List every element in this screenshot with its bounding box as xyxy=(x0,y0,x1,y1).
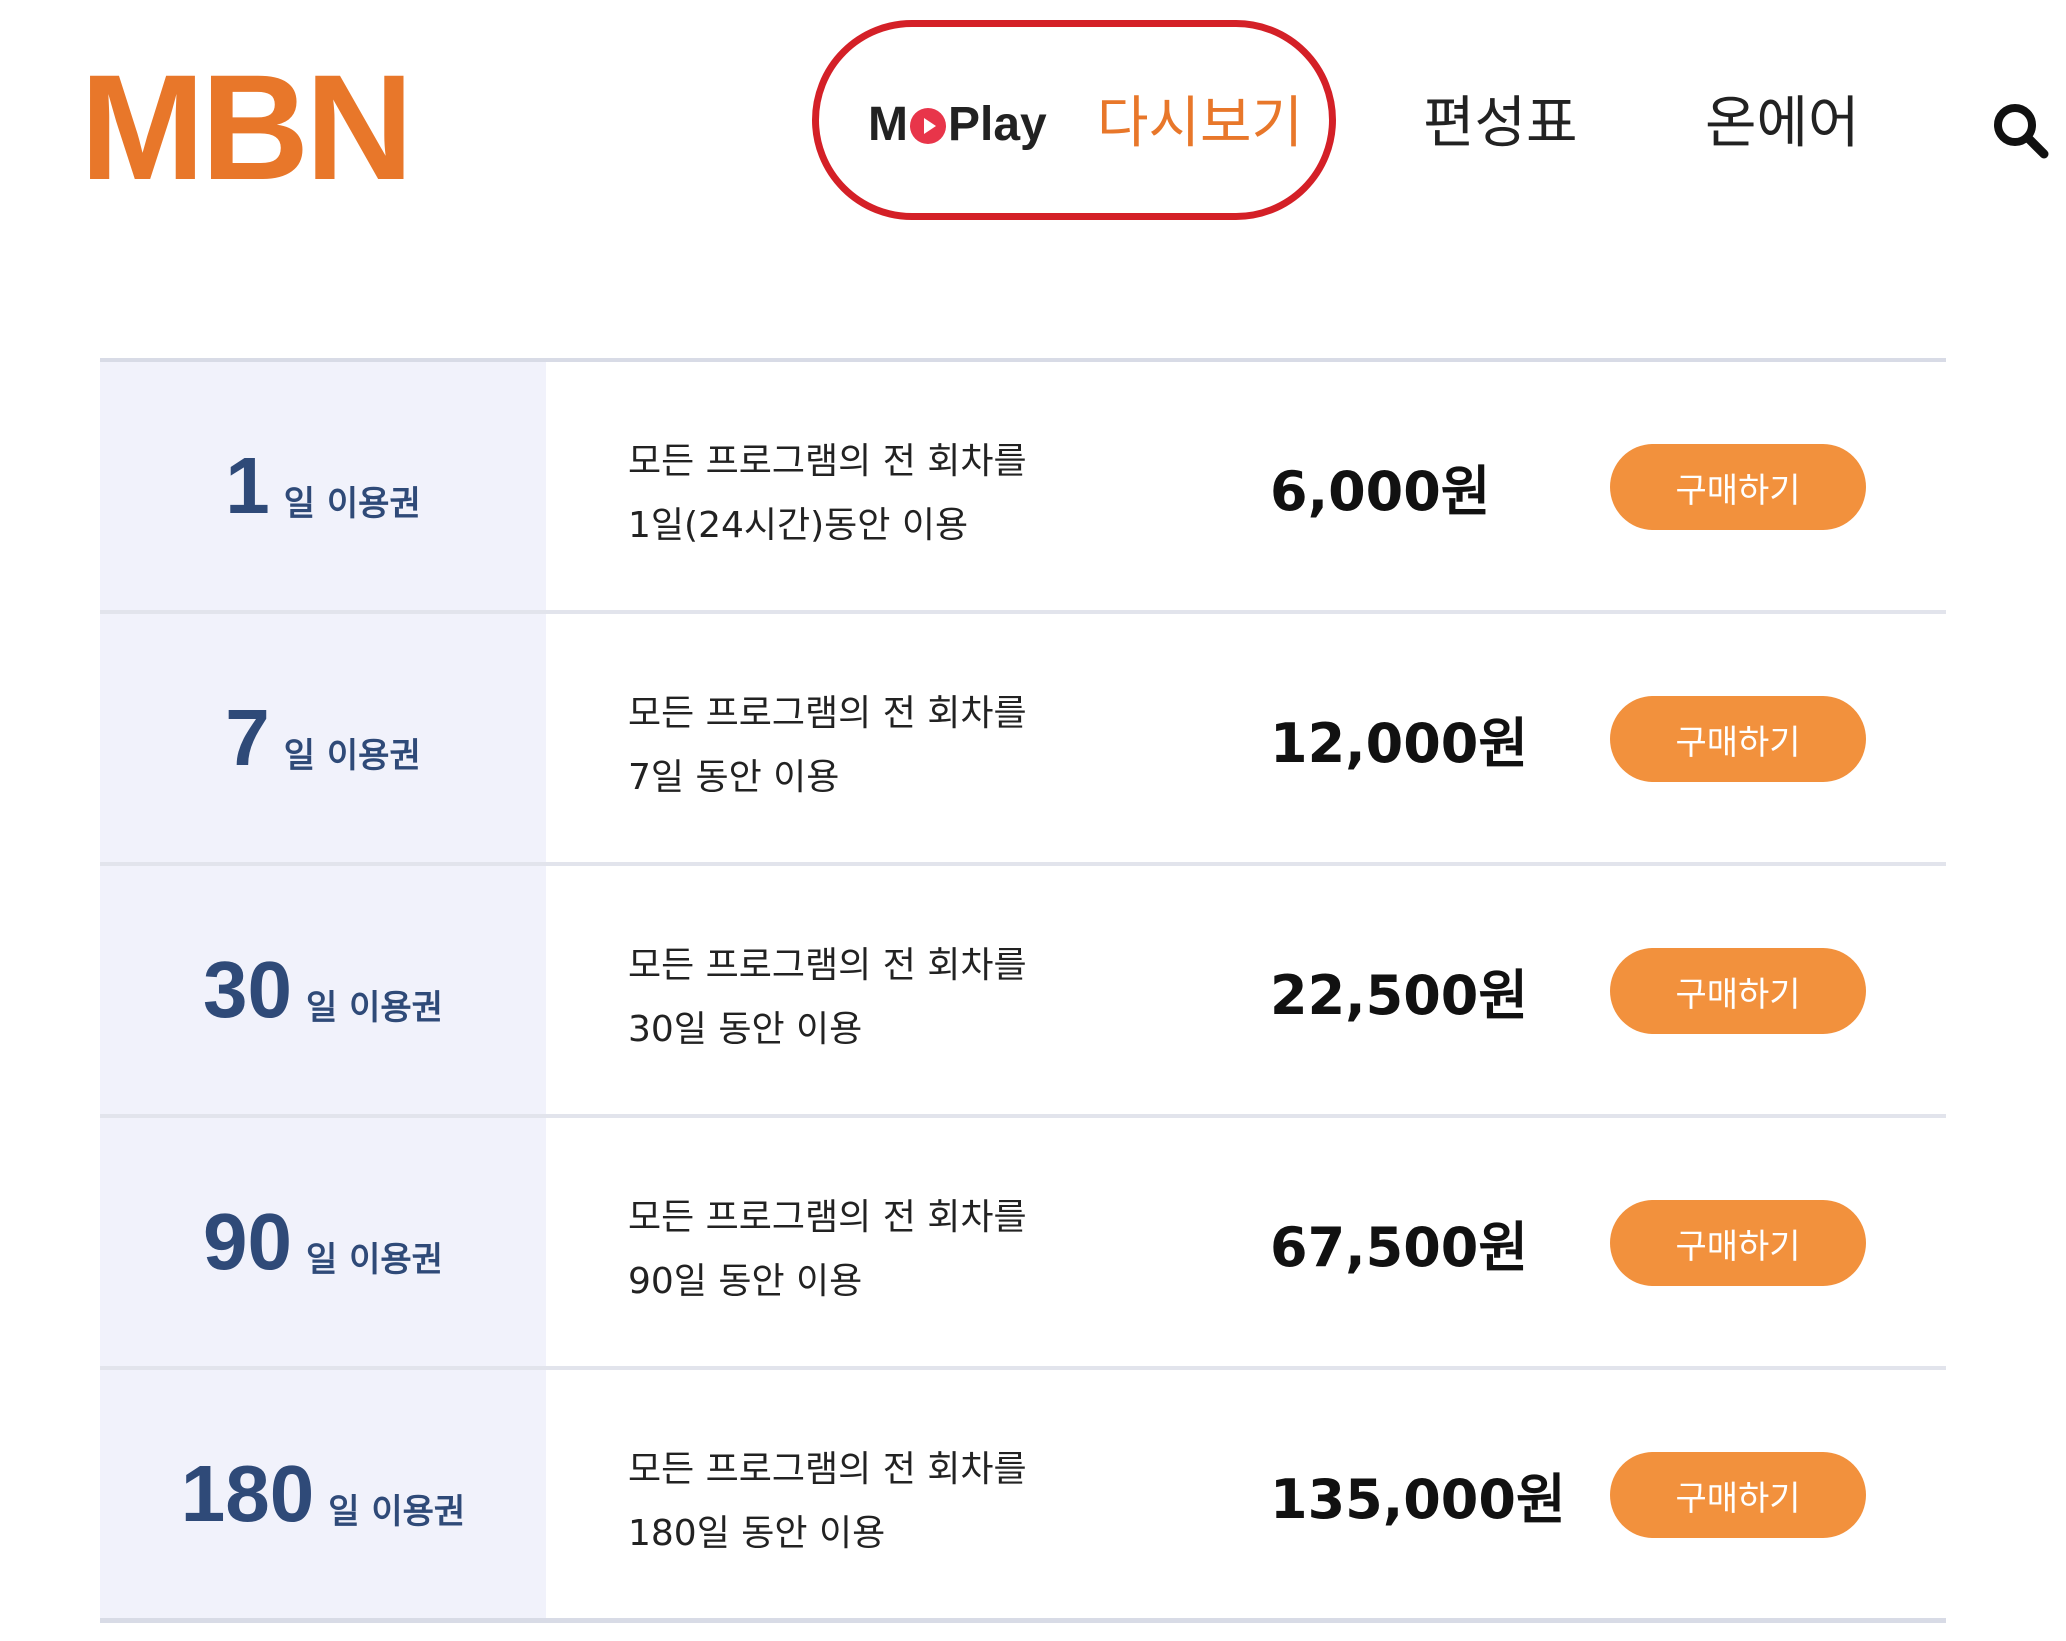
buy-button[interactable]: 구매하기 xyxy=(1610,696,1866,782)
plan-suffix: 일 이용권 xyxy=(306,1239,443,1280)
plan-days: 7 xyxy=(225,693,270,782)
moplay-logo-left: M xyxy=(868,97,908,151)
plan-desc-line1: 모든 프로그램의 전 회차를 xyxy=(628,441,1027,482)
mbn-logo[interactable]: MBN xyxy=(80,52,414,202)
plan-description: 모든 프로그램의 전 회차를 90일 동안 이용 xyxy=(628,1186,1027,1314)
plan-price: 135,000원 xyxy=(1270,1467,1566,1531)
plan-desc-line2: 1일(24시간)동안 이용 xyxy=(628,505,969,546)
plan-description: 모든 프로그램의 전 회차를 7일 동안 이용 xyxy=(628,682,1027,810)
pass-row-7: 7 일 이용권 모든 프로그램의 전 회차를 7일 동안 이용 12,000원 … xyxy=(100,614,1946,866)
plan-suffix: 일 이용권 xyxy=(283,735,421,776)
plan-description: 모든 프로그램의 전 회차를 30일 동안 이용 xyxy=(628,934,1027,1062)
plan-days: 90 xyxy=(203,1197,292,1286)
plan-days: 180 xyxy=(180,1449,315,1538)
plan-price: 67,500원 xyxy=(1270,1215,1529,1279)
buy-button[interactable]: 구매하기 xyxy=(1610,1452,1866,1538)
pass-row-90: 90 일 이용권 모든 프로그램의 전 회차를 90일 동안 이용 67,500… xyxy=(100,1118,1946,1370)
plan-desc-line2: 90일 동안 이용 xyxy=(628,1261,863,1302)
nav-schedule[interactable]: 편성표 xyxy=(1423,92,1578,156)
plan-days: 1 xyxy=(225,441,270,530)
plan-days: 30 xyxy=(203,945,292,1034)
pass-row-180: 180 일 이용권 모든 프로그램의 전 회차를 180일 동안 이용 135,… xyxy=(100,1370,1946,1623)
plan-suffix: 일 이용권 xyxy=(283,483,421,524)
buy-button[interactable]: 구매하기 xyxy=(1610,1200,1866,1286)
plan-desc-line1: 모든 프로그램의 전 회차를 xyxy=(628,945,1027,986)
pass-table: 1 일 이용권 모든 프로그램의 전 회차를 1일(24시간)동안 이용 6,0… xyxy=(100,358,1946,1623)
nav-vod[interactable]: 다시보기 xyxy=(1097,92,1303,156)
nav-onair[interactable]: 온에어 xyxy=(1705,92,1860,156)
plan-suffix: 일 이용권 xyxy=(306,987,443,1028)
plan-price: 6,000원 xyxy=(1270,459,1491,523)
buy-button[interactable]: 구매하기 xyxy=(1610,948,1866,1034)
plan-desc-line2: 7일 동안 이용 xyxy=(628,757,840,798)
plan-label: 7 일 이용권 xyxy=(100,614,546,862)
plan-description: 모든 프로그램의 전 회차를 180일 동안 이용 xyxy=(628,1438,1027,1566)
search-icon[interactable] xyxy=(1990,100,2050,160)
buy-button[interactable]: 구매하기 xyxy=(1610,444,1866,530)
plan-desc-line2: 180일 동안 이용 xyxy=(628,1513,886,1554)
plan-label: 180 일 이용권 xyxy=(100,1370,546,1618)
moplay-logo[interactable]: M Play xyxy=(868,94,1047,154)
plan-price: 12,000원 xyxy=(1270,711,1529,775)
play-icon xyxy=(909,108,946,144)
plan-label: 1 일 이용권 xyxy=(100,362,546,610)
plan-label: 90 일 이용권 xyxy=(100,1118,546,1366)
plan-desc-line1: 모든 프로그램의 전 회차를 xyxy=(628,1197,1027,1238)
plan-desc-line1: 모든 프로그램의 전 회차를 xyxy=(628,693,1027,734)
plan-price: 22,500원 xyxy=(1270,963,1529,1027)
plan-desc-line1: 모든 프로그램의 전 회차를 xyxy=(628,1449,1027,1490)
moplay-logo-right: Play xyxy=(947,97,1047,151)
plan-description: 모든 프로그램의 전 회차를 1일(24시간)동안 이용 xyxy=(628,430,1027,558)
plan-label: 30 일 이용권 xyxy=(100,866,546,1114)
pass-row-30: 30 일 이용권 모든 프로그램의 전 회차를 30일 동안 이용 22,500… xyxy=(100,866,1946,1118)
pass-row-1: 1 일 이용권 모든 프로그램의 전 회차를 1일(24시간)동안 이용 6,0… xyxy=(100,362,1946,614)
plan-suffix: 일 이용권 xyxy=(328,1491,466,1532)
plan-desc-line2: 30일 동안 이용 xyxy=(628,1009,863,1050)
